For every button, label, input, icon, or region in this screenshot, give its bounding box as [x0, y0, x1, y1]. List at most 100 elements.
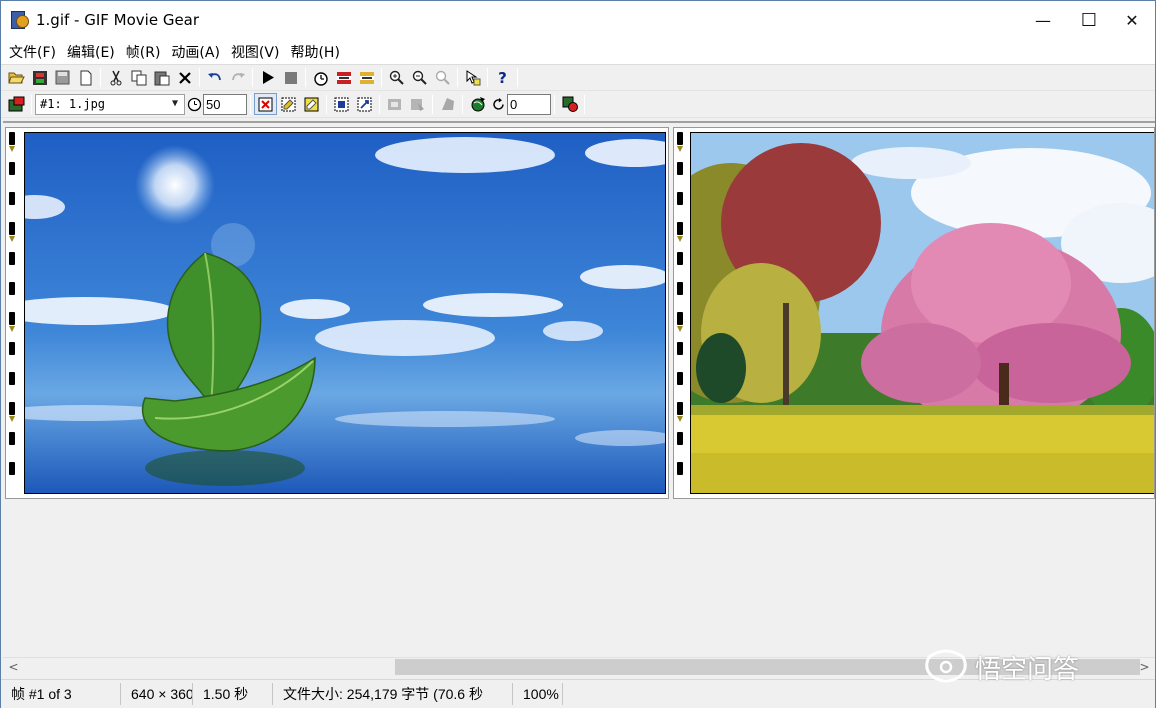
- menu-animation[interactable]: 动画(A): [166, 42, 225, 62]
- frame-insert-icon: [336, 71, 351, 84]
- toolbar-separator: [31, 94, 32, 114]
- scroll-left-icon[interactable]: <: [5, 658, 22, 676]
- title-bar[interactable]: 1.gif - GIF Movie Gear — ☐ ✕: [1, 1, 1155, 39]
- transparency-color-icon: [304, 97, 319, 111]
- cut-icon: [110, 70, 121, 85]
- frame-move-icon: [357, 97, 372, 111]
- undo-icon: [207, 72, 221, 80]
- frame-properties-button[interactable]: [5, 93, 28, 115]
- maximize-button[interactable]: ☐: [1066, 1, 1112, 39]
- delay-icon-wrap: [185, 93, 203, 115]
- toolbar-separator: [305, 68, 306, 87]
- play-button[interactable]: [256, 67, 279, 89]
- zoom-fit-button[interactable]: [431, 67, 454, 89]
- close-icon: ✕: [1125, 10, 1139, 30]
- paste-icon: [154, 71, 169, 85]
- copy-button[interactable]: [127, 67, 150, 89]
- zoom-out-button[interactable]: [408, 67, 431, 89]
- frame-delay-input[interactable]: 50: [203, 93, 247, 115]
- menu-frame[interactable]: 帧(R): [121, 42, 166, 62]
- filmstrip-frame-2[interactable]: [673, 127, 1155, 499]
- stop-button[interactable]: [279, 67, 302, 89]
- sprocket-strip: [7, 130, 19, 496]
- toolbar-separator: [250, 94, 251, 114]
- film-button[interactable]: [28, 67, 51, 89]
- scroll-right-icon[interactable]: >: [1136, 658, 1153, 676]
- frame-move-button[interactable]: [353, 93, 376, 115]
- play-icon: [262, 71, 274, 84]
- minimize-button[interactable]: —: [1020, 1, 1066, 39]
- optimize-icon: [562, 96, 578, 112]
- minimize-icon: —: [1035, 10, 1051, 30]
- transparency-pick-button[interactable]: [277, 93, 300, 115]
- disposal-restore-button[interactable]: [406, 93, 429, 115]
- frame-image-1[interactable]: [24, 132, 666, 494]
- stop-icon: [284, 71, 297, 84]
- status-zoom: 100%: [513, 683, 563, 705]
- disposal-icon: [388, 98, 401, 110]
- loop-count-input[interactable]: 0: [507, 93, 551, 115]
- new-file-button[interactable]: [74, 67, 97, 89]
- open-button[interactable]: [5, 67, 28, 89]
- toolbar-separator: [554, 94, 555, 114]
- frame-remove-button[interactable]: [355, 67, 378, 89]
- watermark: 悟空问答: [923, 645, 1079, 689]
- toolbar-separator: [584, 94, 585, 114]
- menu-help[interactable]: 帮助(H): [285, 42, 344, 62]
- save-icon: [55, 70, 70, 85]
- spring-trees-image: [691, 133, 1154, 493]
- frame-position-button[interactable]: [330, 93, 353, 115]
- frame-insert-button[interactable]: [332, 67, 355, 89]
- timing-button[interactable]: [309, 67, 332, 89]
- zoom-in-button[interactable]: [385, 67, 408, 89]
- transparency-none-icon: [258, 97, 273, 111]
- zoom-fit-icon: [435, 70, 450, 85]
- undo-button[interactable]: [203, 67, 226, 89]
- toolbar-separator: [487, 68, 488, 87]
- cut-button[interactable]: [104, 67, 127, 89]
- menu-file[interactable]: 文件(F): [4, 42, 61, 62]
- app-logo-icon: [11, 11, 29, 29]
- watermark-logo-icon: [925, 649, 967, 683]
- frame-toolbar: #1: 1.jpg ▼ 50 0: [1, 91, 1155, 118]
- frame-remove-icon: [359, 71, 374, 84]
- transparency-pick-icon: [281, 97, 296, 111]
- optimize-button[interactable]: [558, 93, 581, 115]
- redo-icon: [231, 72, 245, 80]
- filmstrip-frame-1[interactable]: [5, 127, 669, 499]
- loop-icon-wrap: [489, 93, 507, 115]
- copy-icon: [131, 70, 146, 85]
- reverse-icon: [442, 97, 454, 110]
- leaf-boat-image: [25, 133, 665, 493]
- reverse-button[interactable]: [436, 93, 459, 115]
- window-title: 1.gif - GIF Movie Gear: [36, 11, 200, 29]
- close-button[interactable]: ✕: [1109, 1, 1155, 39]
- paste-button[interactable]: [150, 67, 173, 89]
- help-icon: ?: [498, 68, 507, 87]
- frame-workspace[interactable]: [3, 121, 1155, 657]
- save-button[interactable]: [51, 67, 74, 89]
- loop-icon: [492, 97, 504, 110]
- zoom-in-icon: [389, 70, 404, 85]
- properties-button[interactable]: [461, 67, 484, 89]
- clock-icon: [187, 97, 201, 111]
- frame-select[interactable]: #1: 1.jpg ▼: [35, 93, 185, 115]
- frame-image-2[interactable]: [690, 132, 1154, 494]
- zoom-out-icon: [412, 70, 427, 85]
- toolbar-separator: [252, 68, 253, 87]
- transparency-none-button[interactable]: [254, 93, 277, 115]
- toolbar-separator: [432, 94, 433, 114]
- globe-loop-button[interactable]: [466, 93, 489, 115]
- help-button[interactable]: ?: [491, 67, 514, 89]
- delete-button[interactable]: [173, 67, 196, 89]
- redo-button[interactable]: [226, 67, 249, 89]
- menu-view[interactable]: 视图(V): [226, 42, 285, 62]
- disposal-button[interactable]: [383, 93, 406, 115]
- menu-bar: 文件(F) 编辑(E) 帧(R) 动画(A) 视图(V) 帮助(H): [1, 39, 1155, 64]
- new-file-icon: [80, 70, 91, 85]
- toolbar-separator: [517, 68, 518, 87]
- status-dimensions: 640 × 360: [121, 683, 193, 705]
- sprocket-strip: [675, 130, 687, 496]
- transparency-color-button[interactable]: [300, 93, 323, 115]
- menu-edit[interactable]: 编辑(E): [62, 42, 120, 62]
